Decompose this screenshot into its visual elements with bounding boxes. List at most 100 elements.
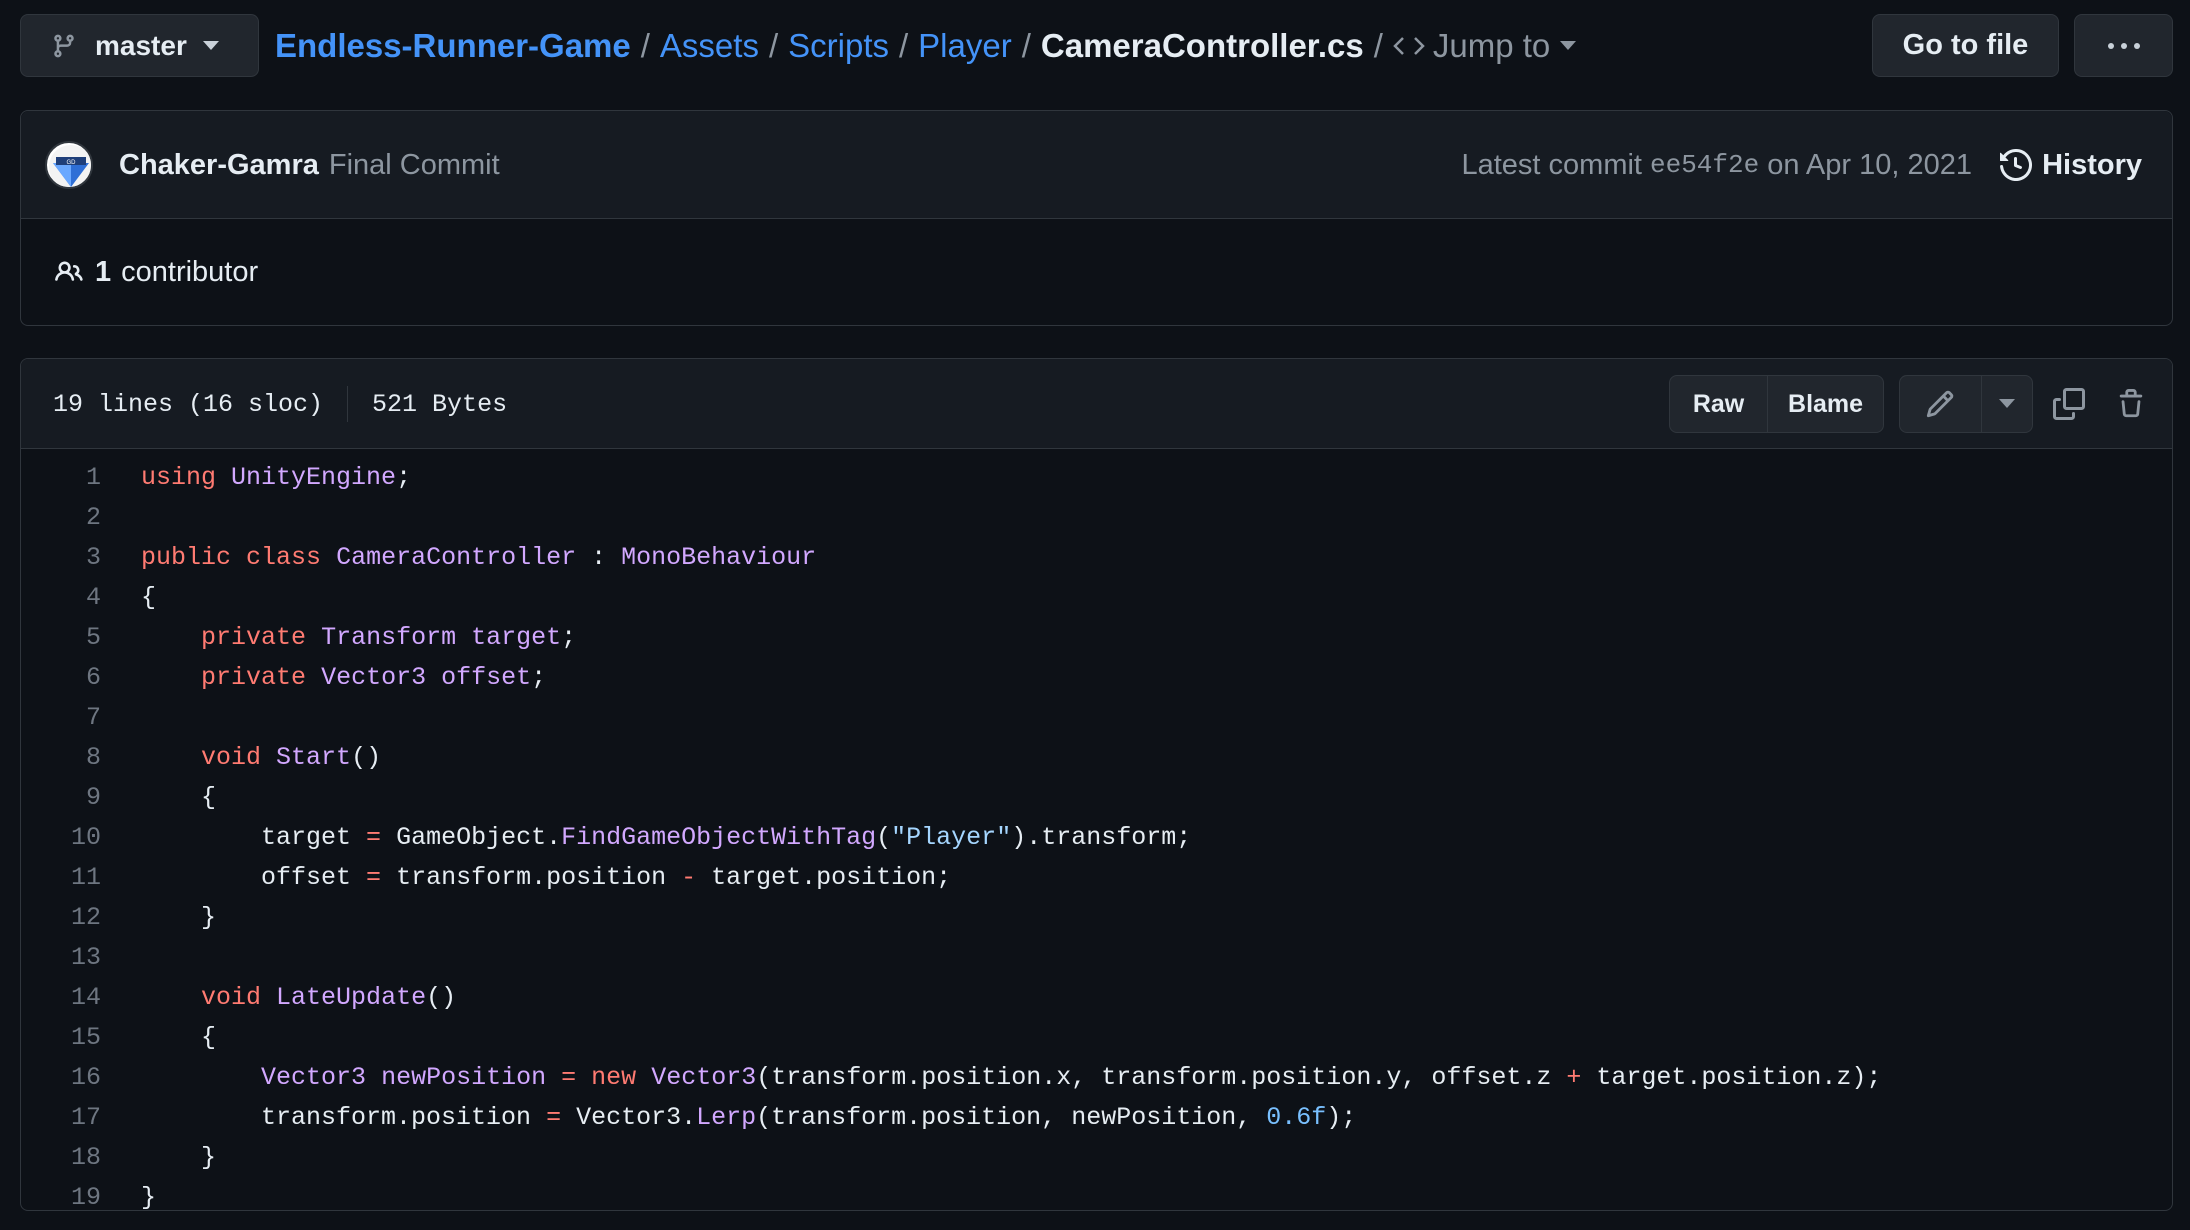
code-line: 8 void Start()	[21, 737, 2172, 777]
line-number[interactable]: 15	[21, 1023, 101, 1052]
line-number[interactable]: 5	[21, 623, 101, 652]
breadcrumb-scripts-link[interactable]: Scripts	[788, 27, 889, 65]
code-text: public class CameraController : MonoBeha…	[101, 543, 816, 572]
code-token: (transform.position.x, transform.positio…	[756, 1062, 1567, 1092]
line-number[interactable]: 18	[21, 1143, 101, 1172]
line-number[interactable]: 19	[21, 1183, 101, 1211]
code-token: void	[201, 742, 262, 772]
caret-down-icon	[1998, 399, 2015, 408]
commit-sha-link[interactable]: ee54f2e	[1650, 150, 1759, 180]
commit-author-message: Chaker-Gamra Final Commit	[119, 111, 500, 219]
code-token: class	[246, 542, 322, 572]
code-text: }	[101, 1182, 157, 1211]
code-text: }	[101, 1143, 216, 1172]
line-number[interactable]: 9	[21, 783, 101, 812]
more-options-button[interactable]	[2074, 14, 2173, 77]
commit-author-link[interactable]: Chaker-Gamra	[119, 149, 319, 182]
code-body: 1 using UnityEngine; 2 3 public class Camera…	[21, 449, 2172, 1211]
raw-button[interactable]: Raw	[1670, 376, 1767, 432]
code-token: target	[471, 622, 562, 652]
blame-button[interactable]: Blame	[1767, 376, 1883, 432]
code-line: 14 void LateUpdate()	[21, 977, 2172, 1017]
line-number[interactable]: 8	[21, 743, 101, 772]
breadcrumb-assets-link[interactable]: Assets	[660, 27, 759, 65]
copy-raw-button[interactable]	[2044, 375, 2094, 433]
line-number[interactable]: 13	[21, 943, 101, 972]
code-line: 3 public class CameraController : MonoBeh…	[21, 537, 2172, 577]
code-token: CameraController	[336, 542, 577, 572]
line-number[interactable]: 4	[21, 583, 101, 612]
line-number[interactable]: 16	[21, 1063, 101, 1092]
branch-selector-button[interactable]: master	[20, 14, 259, 77]
caret-down-icon	[202, 40, 219, 50]
line-number[interactable]: 17	[21, 1103, 101, 1132]
code-text: Vector3 newPosition = new Vector3(transf…	[101, 1063, 1881, 1092]
code-token: (transform.position, newPosition,	[756, 1102, 1267, 1132]
kebab-dot	[2133, 42, 2140, 49]
line-number[interactable]: 14	[21, 983, 101, 1012]
code-token: Vector3	[261, 1062, 367, 1092]
file-lines-info: 19 lines (16 sloc)	[53, 389, 324, 419]
code-token: newPosition	[381, 1062, 547, 1092]
code-token: target.position.z);	[1581, 1062, 1882, 1092]
code-text: {	[101, 1023, 216, 1052]
breadcrumb-player-link[interactable]: Player	[918, 27, 1012, 65]
delete-file-button[interactable]	[2106, 375, 2156, 433]
commit-message-link[interactable]: Final Commit	[329, 149, 500, 182]
code-text: {	[101, 583, 156, 612]
line-number[interactable]: 6	[21, 663, 101, 692]
breadcrumb-repo-link[interactable]: Endless-Runner-Game	[275, 27, 631, 65]
code-token: -	[681, 862, 697, 892]
code-token: Vector3	[321, 662, 427, 692]
avatar[interactable]: GD	[45, 141, 93, 189]
file-size: 521 Bytes	[372, 389, 508, 419]
line-number[interactable]: 10	[21, 823, 101, 852]
line-number[interactable]: 3	[21, 543, 101, 572]
code-brackets-icon	[1393, 36, 1425, 55]
go-to-file-button[interactable]: Go to file	[1872, 14, 2059, 77]
code-token: new	[591, 1062, 637, 1092]
code-token: +	[1566, 1062, 1582, 1092]
avatar-logo-icon: GD	[49, 145, 91, 187]
line-number[interactable]: 11	[21, 863, 101, 892]
contributors-row[interactable]: 1 contributor	[21, 219, 2172, 325]
code-line: 12 }	[21, 897, 2172, 937]
line-number[interactable]: 12	[21, 903, 101, 932]
divider	[347, 386, 349, 422]
kebab-dot	[2120, 42, 2127, 49]
line-number[interactable]: 1	[21, 463, 101, 492]
code-line: 5 private Transform target;	[21, 617, 2172, 657]
edit-options-dropdown[interactable]	[1980, 376, 2032, 432]
kebab-dot	[2107, 42, 2114, 49]
code-text: private Transform target;	[101, 623, 576, 652]
code-token: Vector3	[651, 1062, 757, 1092]
raw-blame-group: Raw Blame	[1669, 375, 1884, 433]
history-link[interactable]: History	[2000, 111, 2142, 219]
code-token: Transform	[321, 622, 457, 652]
code-token: void	[201, 982, 262, 1012]
latest-commit-meta: Latest commit ee54f2e on Apr 10, 2021	[1461, 111, 1972, 219]
code-token: Lerp	[696, 1102, 757, 1132]
code-token: =	[366, 862, 382, 892]
code-token: }	[141, 1182, 157, 1211]
code-token: target.position;	[696, 862, 952, 892]
code-line: 9 {	[21, 777, 2172, 817]
code-line: 10 target = GameObject.FindGameObjectWit…	[21, 817, 2172, 857]
code-token: 0.6f	[1266, 1102, 1327, 1132]
code-text: }	[101, 903, 216, 932]
code-text: target = GameObject.FindGameObjectWithTa…	[101, 823, 1191, 852]
line-number[interactable]: 7	[21, 703, 101, 732]
jump-to-dropdown[interactable]: Jump to	[1393, 27, 1584, 65]
code-line: 18 }	[21, 1137, 2172, 1177]
breadcrumb-current-file: CameraController.cs	[1040, 26, 1364, 64]
edit-file-button[interactable]	[1900, 376, 1981, 432]
code-token: ()	[426, 982, 457, 1012]
code-text: void Start()	[101, 743, 381, 772]
code-token: FindGameObjectWithTag	[561, 822, 877, 852]
line-number[interactable]: 2	[21, 503, 101, 532]
